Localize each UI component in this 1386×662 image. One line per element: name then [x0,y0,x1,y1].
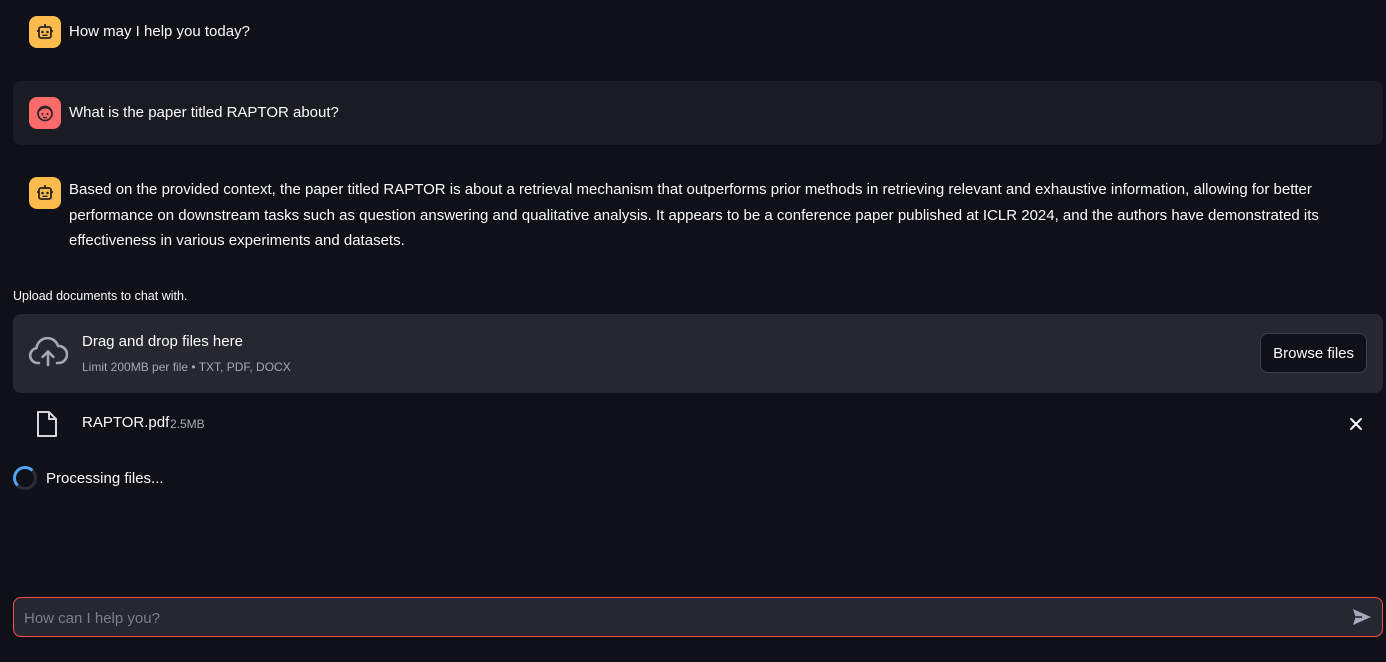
file-icon [35,410,59,443]
processing-status: Processing files... [13,466,164,490]
status-text: Processing files... [46,469,164,487]
browse-files-button[interactable]: Browse files [1260,333,1367,373]
chat-input[interactable] [22,598,1336,638]
file-dropzone[interactable]: Drag and drop files here Limit 200MB per… [13,314,1383,393]
file-size: 2.5MB [170,417,205,431]
uploader-label: Upload documents to chat with. [13,289,188,303]
message-text: Based on the provided context, the paper… [69,181,1319,249]
send-icon[interactable] [1351,607,1373,632]
file-name: RAPTOR.pdf [82,414,170,431]
robot-icon [29,16,61,48]
dropzone-limits: Limit 200MB per file • TXT, PDF, DOCX [82,360,291,374]
chat-message-user: What is the paper titled RAPTOR about? [13,81,1383,145]
message-text: What is the paper titled RAPTOR about? [69,104,339,121]
dropzone-title: Drag and drop files here [82,333,243,350]
close-icon[interactable] [1347,415,1365,438]
chat-message-assistant: How may I help you today? [13,16,1383,48]
uploaded-file-item: RAPTOR.pdf 2.5MB [13,406,1383,442]
cloud-upload-icon [28,335,69,376]
robot-icon [29,177,61,209]
face-icon [29,97,61,129]
chat-message-assistant: Based on the provided context, the paper… [13,177,1383,254]
chat-input-container [13,597,1383,638]
spinner-icon [13,466,37,490]
message-text: How may I help you today? [69,23,250,40]
